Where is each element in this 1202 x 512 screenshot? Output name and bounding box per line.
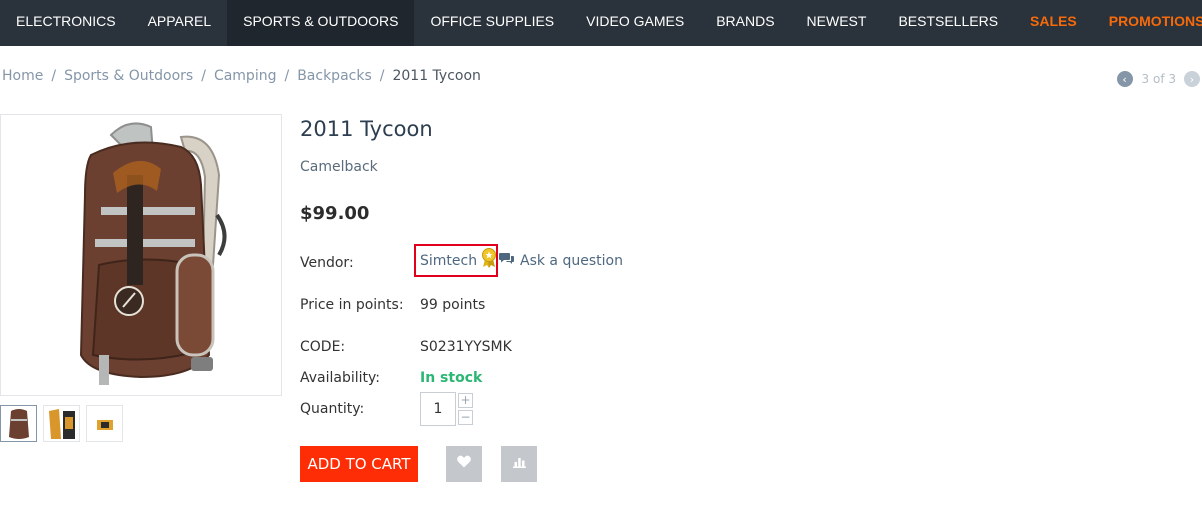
breadcrumb: Home / Sports & Outdoors / Camping / Bac… [2, 68, 481, 84]
breadcrumb-separator: / [201, 68, 206, 84]
product-price: $99.00 [300, 203, 370, 224]
nav-item-promotions[interactable]: PROMOTIONS [1093, 0, 1202, 46]
nav-item-sales[interactable]: SALES [1014, 0, 1093, 46]
nav-item-brands[interactable]: BRANDS [700, 0, 790, 46]
chat-bubble-icon [499, 252, 514, 269]
nav-item-sports-outdoors[interactable]: SPORTS & OUTDOORS [227, 0, 415, 46]
breadcrumb-separator: / [284, 68, 290, 84]
product-brand-link[interactable]: Camelback [300, 159, 378, 175]
nav-item-electronics[interactable]: ELECTRONICS [0, 0, 132, 46]
breadcrumb-sports-outdoors[interactable]: Sports & Outdoors [64, 68, 193, 84]
pager-count: 3 of 3 [1141, 72, 1176, 86]
breadcrumb-separator: / [379, 68, 385, 84]
quantity-increase-button[interactable]: + [458, 393, 473, 408]
quantity-label: Quantity: [300, 401, 365, 417]
bar-chart-icon [512, 455, 526, 473]
product-pager: ‹ 3 of 3 › [1116, 71, 1200, 87]
vendor-name: Simtech [420, 252, 478, 269]
code-value: S0231YYSMK [420, 339, 512, 355]
backpack-image [79, 122, 227, 385]
vendor-label: Vendor: [300, 255, 354, 271]
nav-item-apparel[interactable]: APPAREL [132, 0, 228, 46]
chevron-right-icon[interactable]: › [1184, 71, 1200, 87]
backpack-thumbnail-icon [48, 408, 75, 439]
product-title: 2011 Tycoon [300, 117, 433, 141]
add-to-compare-button[interactable] [501, 446, 537, 482]
quantity-decrease-button[interactable]: − [458, 410, 473, 425]
add-to-wishlist-button[interactable] [446, 446, 482, 482]
ask-question-label: Ask a question [520, 252, 623, 269]
breadcrumb-backpacks[interactable]: Backpacks [297, 68, 372, 84]
breadcrumb-separator: / [51, 68, 57, 84]
nav-item-newest[interactable]: NEWEST [791, 0, 883, 46]
breadcrumb-home[interactable]: Home [2, 68, 43, 84]
thumbnail-2[interactable] [43, 405, 80, 442]
availability-label: Availability: [300, 370, 381, 386]
chevron-left-icon[interactable]: ‹ [1116, 71, 1133, 87]
vendor-link[interactable]: Simtech [414, 244, 498, 277]
breadcrumb-camping[interactable]: Camping [214, 68, 277, 84]
backpack-thumbnail-icon [8, 408, 29, 439]
product-thumbnails [0, 405, 123, 442]
code-label: CODE: [300, 339, 346, 355]
thumbnail-3[interactable] [86, 405, 123, 442]
nav-item-office-supplies[interactable]: OFFICE SUPPLIES [414, 0, 570, 46]
nav-item-bestsellers[interactable]: BESTSELLERS [882, 0, 1014, 46]
heart-icon [457, 455, 471, 473]
top-navigation: ELECTRONICS APPAREL SPORTS & OUTDOORS OF… [0, 0, 1202, 46]
product-main-image[interactable] [0, 114, 282, 396]
award-ribbon-icon [481, 248, 497, 273]
nav-item-video-games[interactable]: VIDEO GAMES [570, 0, 700, 46]
quantity-input[interactable]: 1 [420, 392, 456, 426]
ask-question-link[interactable]: Ask a question [499, 252, 623, 269]
backpack-thumbnail-icon [96, 419, 113, 430]
breadcrumb-current: 2011 Tycoon [392, 68, 481, 84]
points-value: 99 points [420, 297, 486, 313]
points-label: Price in points: [300, 297, 404, 313]
availability-value: In stock [420, 370, 483, 386]
add-to-cart-button[interactable]: ADD TO CART [300, 446, 418, 482]
thumbnail-1[interactable] [0, 405, 37, 442]
